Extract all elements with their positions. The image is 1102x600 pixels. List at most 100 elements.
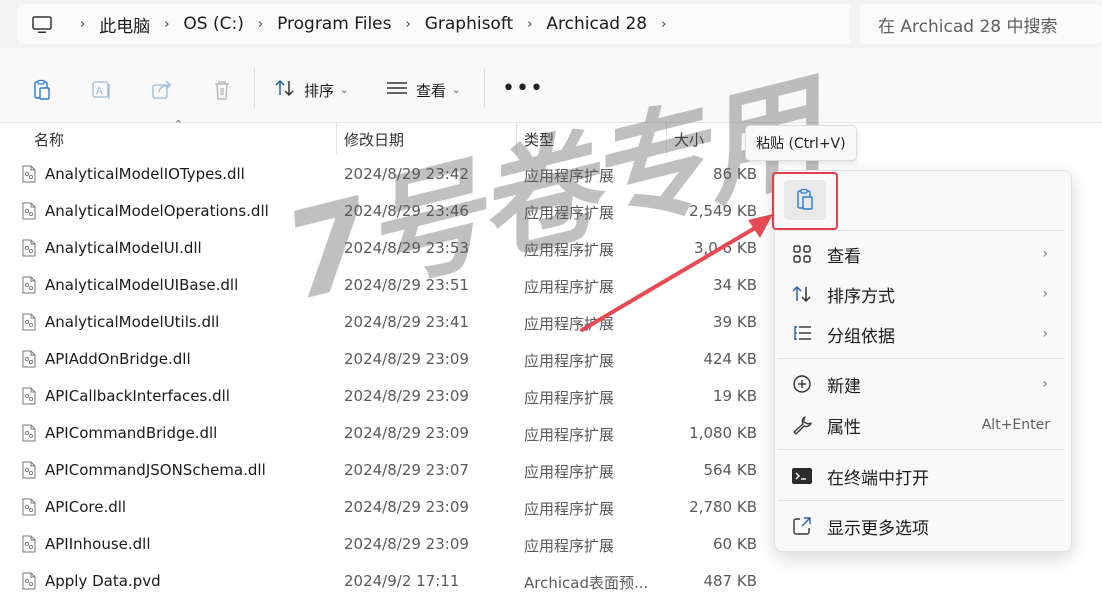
chevron-right-icon[interactable]: ›	[80, 17, 85, 32]
toolbar-divider	[484, 68, 485, 108]
file-size: 1,080 KB	[689, 424, 757, 442]
chevron-right-icon: ›	[1042, 246, 1048, 262]
wrench-icon	[791, 414, 813, 436]
column-divider[interactable]	[336, 123, 337, 155]
paste-highlight-box	[772, 172, 838, 230]
menu-item-sort[interactable]: 排序方式 ›	[778, 275, 1064, 313]
delete-icon[interactable]	[210, 78, 234, 102]
file-icon	[22, 535, 36, 553]
search-input[interactable]: 在 Archicad 28 中搜索	[860, 4, 1102, 44]
chevron-right-icon[interactable]: ›	[406, 17, 411, 32]
chevron-right-icon: ›	[1042, 326, 1048, 342]
sort-button[interactable]: 排序 ⌄	[274, 76, 348, 104]
file-size: 2,549 KB	[689, 202, 757, 220]
paste-icon[interactable]	[30, 78, 54, 102]
address-bar-area: › 此电脑 › OS (C:) › Program Files › Graphisoft › Ar…	[0, 0, 1102, 48]
file-icon	[22, 350, 36, 368]
breadcrumb-item[interactable]: OS (C:)	[183, 14, 243, 34]
svg-text:A: A	[96, 86, 103, 97]
file-modified: 2024/8/29 23:42	[344, 165, 469, 183]
file-modified: 2024/8/29 23:46	[344, 202, 469, 220]
column-header-type[interactable]: 类型	[524, 123, 554, 155]
file-name: AnalyticalModelUI.dll	[45, 239, 202, 257]
menu-item-properties[interactable]: 属性 Alt+Enter	[778, 406, 1064, 444]
rename-icon[interactable]: A	[90, 78, 114, 102]
sort-label: 排序	[304, 81, 335, 100]
menu-item-label: 属性	[827, 417, 861, 438]
file-size: 34 KB	[713, 276, 757, 294]
file-modified: 2024/8/29 23:51	[344, 276, 469, 294]
new-plus-icon	[791, 373, 813, 395]
file-size: 39 KB	[713, 313, 757, 331]
file-modified: 2024/8/29 23:07	[344, 461, 469, 479]
file-icon	[22, 165, 36, 183]
breadcrumb-item[interactable]: Archicad 28	[546, 14, 647, 34]
file-icon	[22, 387, 36, 405]
file-modified: 2024/8/29 23:09	[344, 424, 469, 442]
file-size: 19 KB	[713, 387, 757, 405]
column-divider[interactable]	[516, 123, 517, 155]
sort-icon	[274, 78, 296, 102]
column-header-size[interactable]: 大小	[674, 123, 704, 155]
terminal-icon	[791, 465, 813, 487]
file-modified: 2024/8/29 23:09	[344, 350, 469, 368]
more-options-button[interactable]: •••	[502, 76, 544, 101]
file-icon	[22, 202, 36, 220]
sort-ascending-icon: ⌃	[174, 118, 184, 131]
chevron-right-icon[interactable]: ›	[527, 17, 532, 32]
column-header-name[interactable]: 名称	[34, 123, 64, 155]
file-icon	[22, 424, 36, 442]
file-modified: 2024/8/29 23:41	[344, 313, 469, 331]
sort-icon	[791, 283, 813, 305]
menu-item-label: 显示更多选项	[827, 518, 929, 539]
file-modified: 2024/8/29 23:53	[344, 239, 469, 257]
file-type: 应用程序扩展	[524, 426, 615, 444]
group-by-icon	[791, 323, 813, 345]
file-modified: 2024/8/29 23:09	[344, 498, 469, 516]
chevron-right-icon: ›	[1042, 376, 1048, 392]
menu-item-new[interactable]: 新建 ›	[778, 365, 1064, 403]
file-modified: 2024/9/2 17:11	[344, 572, 460, 590]
file-name: APICommandBridge.dll	[45, 424, 218, 442]
breadcrumb-item[interactable]: Graphisoft	[425, 14, 513, 34]
file-type: 应用程序扩展	[524, 204, 615, 222]
file-name: APICallbackInterfaces.dll	[45, 387, 230, 405]
column-header-modified[interactable]: 修改日期	[344, 123, 404, 155]
search-placeholder: 在 Archicad 28 中搜索	[878, 16, 1058, 37]
open-external-icon	[791, 515, 813, 537]
file-icon	[22, 572, 36, 590]
file-name: AnalyticalModelUtils.dll	[45, 313, 220, 331]
file-icon	[22, 461, 36, 479]
file-name: APIAddOnBridge.dll	[45, 350, 191, 368]
file-type: 应用程序扩展	[524, 241, 615, 259]
breadcrumb-item[interactable]: Program Files	[277, 14, 391, 34]
file-size: 60 KB	[713, 535, 757, 553]
file-type: 应用程序扩展	[524, 463, 615, 481]
file-name: AnalyticalModelOperations.dll	[45, 202, 269, 220]
file-type: 应用程序扩展	[524, 389, 615, 407]
file-name: Apply Data.pvd	[45, 572, 161, 590]
breadcrumb-item[interactable]: 此电脑	[99, 12, 150, 37]
view-button[interactable]: 查看 ⌄	[386, 76, 460, 104]
address-bar[interactable]: › 此电脑 › OS (C:) › Program Files › Graphisoft › Ar…	[18, 4, 850, 44]
share-icon[interactable]	[150, 78, 174, 102]
paste-tooltip: 粘贴 (Ctrl+V)	[745, 125, 857, 161]
view-icon	[386, 79, 408, 101]
file-icon	[22, 239, 36, 257]
chevron-right-icon[interactable]: ›	[258, 17, 263, 32]
file-size: 564 KB	[703, 461, 757, 479]
menu-item-label: 在终端中打开	[827, 468, 929, 489]
file-row[interactable]: Apply Data.pvd 2024/9/2 17:11 Archicad表面预.…	[0, 563, 1102, 600]
menu-item-more-options[interactable]: 显示更多选项	[778, 507, 1064, 545]
menu-item-group[interactable]: 分组依据 ›	[778, 315, 1064, 353]
this-pc-icon[interactable]	[32, 16, 54, 33]
chevron-right-icon[interactable]: ›	[164, 17, 169, 32]
file-name: AnalyticalModelIOTypes.dll	[45, 165, 245, 183]
menu-item-terminal[interactable]: 在终端中打开	[778, 457, 1064, 495]
file-name: APIInhouse.dll	[45, 535, 151, 553]
chevron-right-icon[interactable]: ›	[661, 17, 666, 32]
menu-item-view[interactable]: 查看 ›	[778, 235, 1064, 273]
menu-item-label: 排序方式	[827, 286, 895, 307]
file-modified: 2024/8/29 23:09	[344, 535, 469, 553]
column-divider[interactable]	[666, 123, 667, 155]
